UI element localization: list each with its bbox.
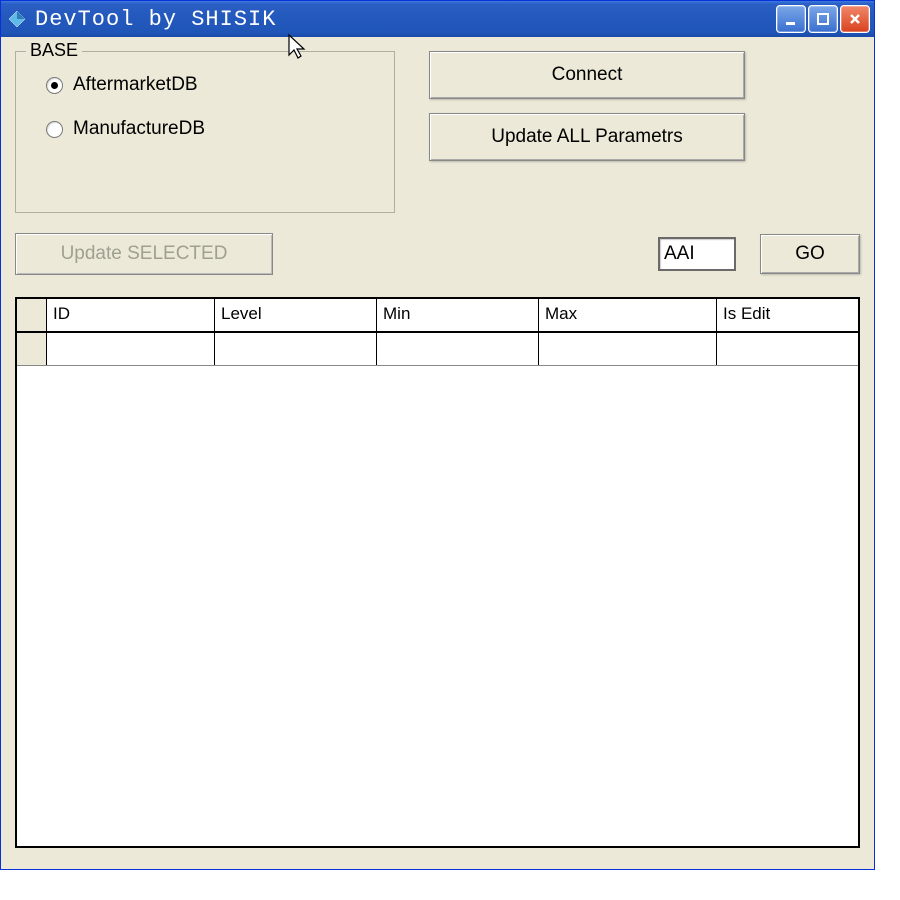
cell-isedit[interactable] [717,333,858,365]
radio-icon [46,121,63,138]
cell-min[interactable] [377,333,539,365]
row-selector[interactable] [17,333,47,365]
cell-level[interactable] [215,333,377,365]
app-icon [7,9,27,29]
go-button[interactable]: GO [760,234,860,274]
window-title: DevTool by SHISIK [35,7,776,32]
update-all-button[interactable]: Update ALL Parametrs [429,113,745,161]
col-header-max[interactable]: Max [539,299,717,331]
search-input[interactable] [658,237,736,271]
table-row[interactable] [17,333,858,366]
groupbox-legend: BASE [26,40,82,61]
app-window: DevTool by SHISIK BASE AftermarketDB [0,0,875,870]
col-header-id[interactable]: ID [47,299,215,331]
cell-max[interactable] [539,333,717,365]
radio-manufacture[interactable]: ManufactureDB [46,118,378,140]
cell-id[interactable] [47,333,215,365]
maximize-button[interactable] [808,5,838,33]
minimize-button[interactable] [776,5,806,33]
col-header-level[interactable]: Level [215,299,377,331]
radio-aftermarket[interactable]: AftermarketDB [46,74,378,96]
close-button[interactable] [840,5,870,33]
radio-label: AftermarketDB [73,74,198,96]
radio-icon [46,77,63,94]
grid-header: ID Level Min Max Is Edit [17,299,858,333]
window-controls [776,5,870,33]
row-selector-header [17,299,47,331]
radio-label: ManufactureDB [73,118,205,140]
connect-button[interactable]: Connect [429,51,745,99]
col-header-isedit[interactable]: Is Edit [717,299,858,331]
data-grid[interactable]: ID Level Min Max Is Edit [15,297,860,848]
col-header-min[interactable]: Min [377,299,539,331]
grid-empty-area [17,366,858,846]
titlebar[interactable]: DevTool by SHISIK [1,1,874,37]
base-groupbox: BASE AftermarketDB ManufactureDB [15,51,395,213]
client-area: BASE AftermarketDB ManufactureDB Connect… [1,37,874,862]
update-selected-button[interactable]: Update SELECTED [15,233,273,275]
